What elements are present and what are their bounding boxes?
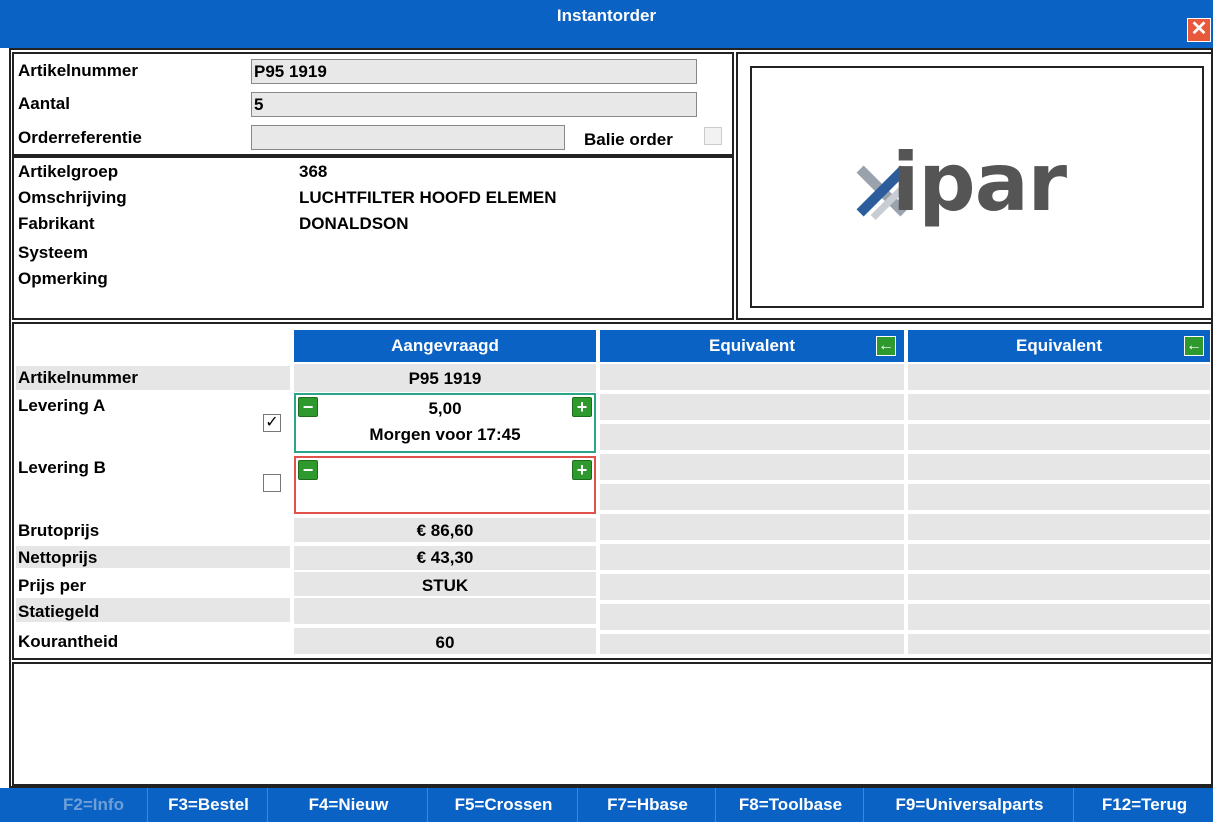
logo-panel: ipar xyxy=(750,66,1204,308)
aangevraagd-kourantheid: 60 xyxy=(435,633,455,652)
balie-order-checkbox[interactable] xyxy=(704,127,722,145)
artikelgroep-label: Artikelgroep xyxy=(18,162,119,181)
equivalent-2-column xyxy=(908,364,1210,654)
f7-hbase-button[interactable]: F7=Hbase xyxy=(580,788,716,822)
omschrijving-label: Omschrijving xyxy=(18,188,127,207)
aangevraagd-prijs-per: STUK xyxy=(421,576,469,595)
logo-text: ipar xyxy=(892,136,1067,229)
col-header-equivalent-1: Equivalent ← xyxy=(600,330,904,362)
message-area xyxy=(12,662,1213,786)
aangevraagd-brutoprijs: € 86,60 xyxy=(416,521,474,540)
row-label-artikelnummer: Artikelnummer xyxy=(18,368,138,387)
aangevraagd-artikelnummer: P95 1919 xyxy=(408,369,482,388)
artikelgroep-value: 368 xyxy=(299,162,328,181)
f8-toolbase-button[interactable]: F8=Toolbase xyxy=(718,788,864,822)
levering-a-checkbox[interactable]: ✓ xyxy=(263,414,281,432)
arrow-left-icon[interactable]: ← xyxy=(1184,336,1204,356)
artikelnummer-label: Artikelnummer xyxy=(18,61,138,80)
levering-a-quantity: 5,00 xyxy=(428,399,462,418)
levering-a-delivery-time: Morgen voor 17:45 xyxy=(369,425,521,444)
omschrijving-value: LUCHTFILTER HOOFD ELEMEN xyxy=(299,188,557,207)
article-info-panel xyxy=(12,156,734,320)
aangevraagd-nettoprijs: € 43,30 xyxy=(416,548,474,567)
row-label-kourantheid: Kourantheid xyxy=(18,632,119,651)
row-label-statiegeld: Statiegeld xyxy=(18,602,100,621)
artikelnummer-input[interactable]: P95 1919 xyxy=(251,59,697,84)
f12-terug-button[interactable]: F12=Terug xyxy=(1076,788,1213,822)
arrow-left-icon[interactable]: ← xyxy=(876,336,896,356)
balie-order-label: Balie order xyxy=(584,130,673,149)
col-header-equivalent-2: Equivalent ← xyxy=(908,330,1210,362)
f9-universalparts-button[interactable]: F9=Universalparts xyxy=(866,788,1074,822)
fabrikant-value: DONALDSON xyxy=(299,214,409,233)
row-label-nettoprijs: Nettoprijs xyxy=(18,548,98,567)
orderreferentie-label: Orderreferentie xyxy=(18,128,142,147)
window-title: Instantorder xyxy=(556,6,657,25)
levering-b-plus-icon[interactable]: + xyxy=(572,460,592,480)
levering-b-checkbox[interactable] xyxy=(263,474,281,492)
equivalent-1-column xyxy=(600,364,904,654)
levering-b-minus-icon[interactable]: − xyxy=(298,460,318,480)
f5-crossen-button[interactable]: F5=Crossen xyxy=(430,788,578,822)
col-header-aangevraagd: Aangevraagd xyxy=(294,330,596,362)
row-label-brutoprijs: Brutoprijs xyxy=(18,521,100,540)
aangevraagd-statiegeld-cell xyxy=(294,598,596,624)
f3-bestel-button[interactable]: F3=Bestel xyxy=(150,788,268,822)
function-key-bar: F2=Info F3=Bestel F4=Nieuw F5=Crossen F7… xyxy=(0,788,1213,822)
f2-info-button[interactable]: F2=Info xyxy=(40,788,148,822)
levering-b-box xyxy=(294,456,596,514)
aantal-label: Aantal xyxy=(18,94,70,113)
col-header-equivalent-1-label: Equivalent xyxy=(709,336,795,355)
col-header-equivalent-2-label: Equivalent xyxy=(1016,336,1102,355)
aantal-input[interactable]: 5 xyxy=(251,92,697,117)
systeem-label: Systeem xyxy=(18,243,88,262)
fabrikant-label: Fabrikant xyxy=(18,214,95,233)
orderreferentie-input[interactable] xyxy=(251,125,565,150)
window-titlebar: Instantorder ✕ xyxy=(0,0,1213,48)
opmerking-label: Opmerking xyxy=(18,269,108,288)
row-label-prijs-per: Prijs per xyxy=(18,576,87,595)
row-label-levering-a: Levering A xyxy=(18,396,106,415)
close-icon[interactable]: ✕ xyxy=(1187,18,1211,42)
f4-nieuw-button[interactable]: F4=Nieuw xyxy=(270,788,428,822)
row-label-levering-b: Levering B xyxy=(18,458,106,477)
